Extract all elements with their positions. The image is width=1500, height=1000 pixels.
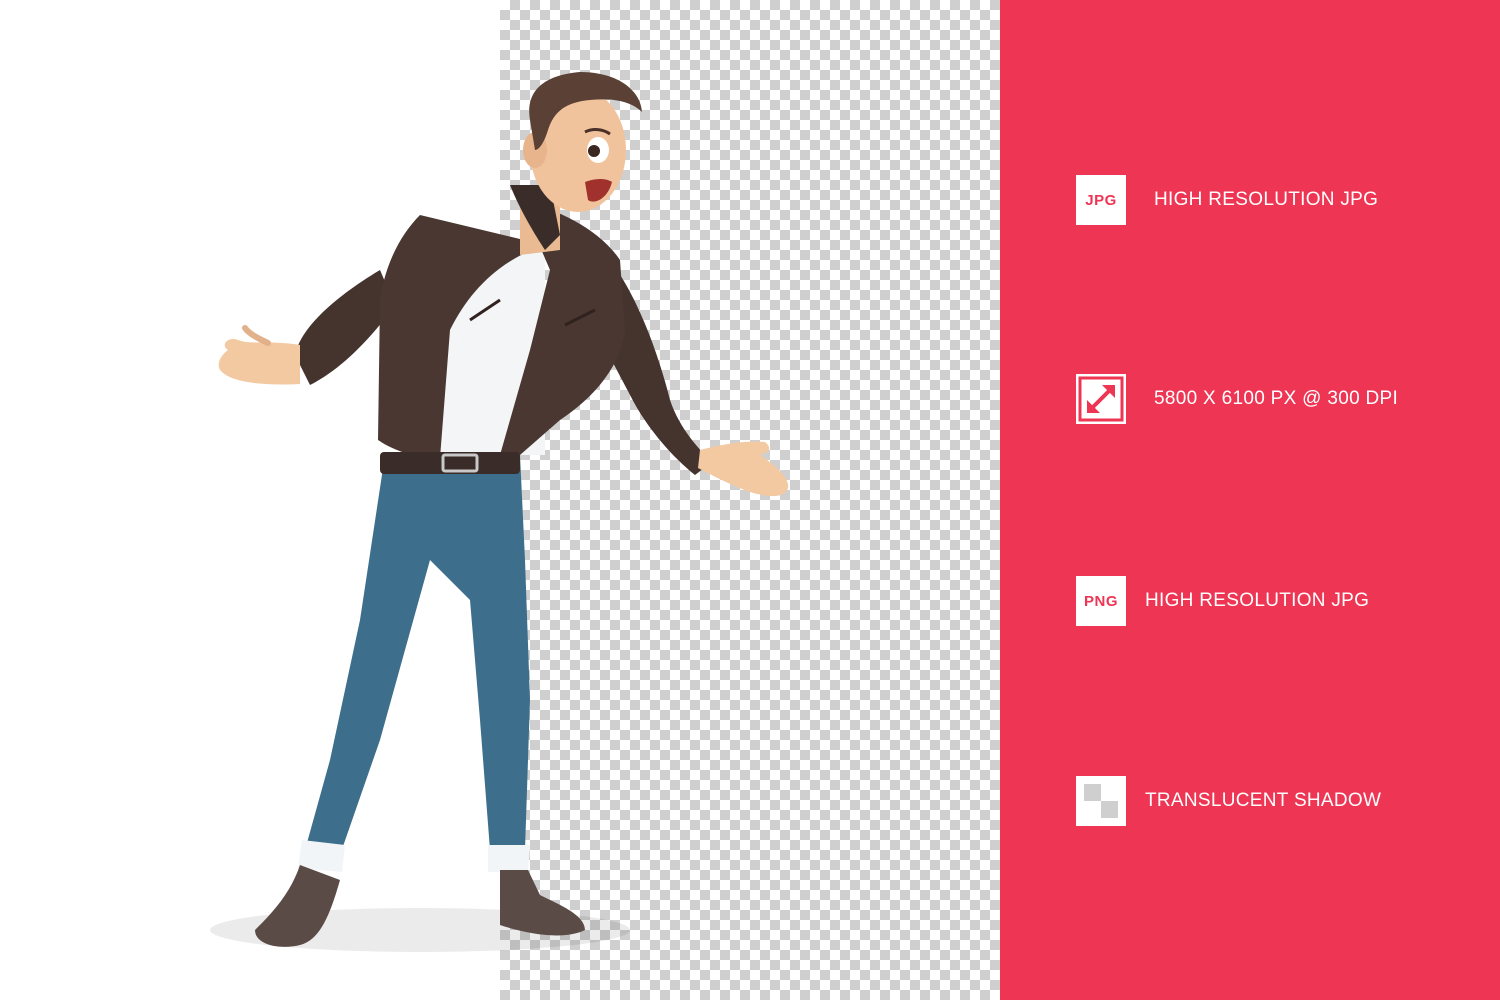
feature-shadow: TRANSLUCENT SHADOW bbox=[1076, 775, 1381, 827]
cartoon-man-illustration bbox=[210, 72, 789, 952]
features-panel: JPG HIGH RESOLUTION JPG 5800 X 6100 PX @… bbox=[1000, 0, 1500, 1000]
jpg-badge-text: JPG bbox=[1085, 191, 1117, 209]
png-badge-icon: PNG bbox=[1076, 576, 1126, 626]
feature-label-jpg: HIGH RESOLUTION JPG bbox=[1154, 189, 1379, 210]
resize-arrows-icon bbox=[1076, 374, 1126, 424]
checkerboard-icon bbox=[1076, 776, 1126, 826]
preview-stage bbox=[0, 0, 1000, 1000]
feature-label-png: HIGH RESOLUTION JPG bbox=[1145, 590, 1370, 611]
feature-png: PNG HIGH RESOLUTION JPG bbox=[1076, 575, 1369, 627]
feature-resolution: 5800 X 6100 PX @ 300 DPI bbox=[1076, 373, 1398, 425]
png-badge-text: PNG bbox=[1083, 592, 1118, 610]
feature-label-resolution: 5800 X 6100 PX @ 300 DPI bbox=[1154, 388, 1399, 409]
feature-jpg: JPG HIGH RESOLUTION JPG bbox=[1076, 174, 1378, 226]
feature-label-shadow: TRANSLUCENT SHADOW bbox=[1145, 790, 1382, 811]
jpg-badge-icon: JPG bbox=[1076, 175, 1126, 225]
